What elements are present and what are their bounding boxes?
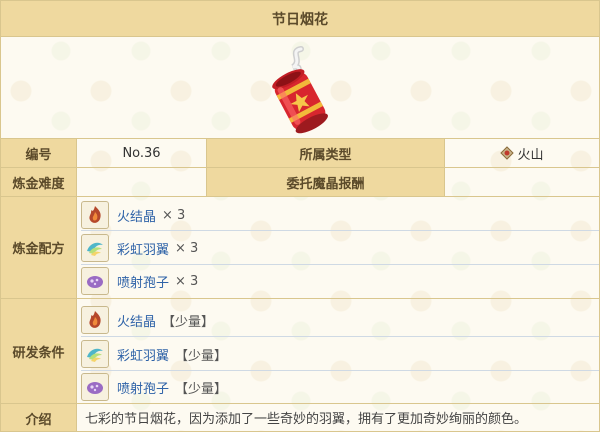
- row-research: 研发条件 火结晶 【少量】 彩虹羽翼 【少量】 喷射孢子 【少量】: [1, 298, 599, 403]
- label-research: 研发条件: [1, 299, 77, 403]
- item-image-area: [1, 37, 599, 137]
- divider: [81, 336, 599, 337]
- research-item[interactable]: 彩虹羽翼 【少量】: [81, 338, 227, 370]
- label-difficulty: 炼金难度: [1, 168, 77, 196]
- card-title: 节日烟花: [1, 1, 599, 37]
- volcano-icon: [500, 146, 515, 160]
- row-difficulty: 炼金难度 委托魔晶报酬: [1, 167, 599, 196]
- firework-icon: [272, 46, 328, 134]
- category-text: 火山: [517, 147, 544, 163]
- description-text: 七彩的节日烟花，因为添加了一些奇妙的羽翼，拥有了更加奇妙绚丽的颜色。: [85, 411, 528, 427]
- spore-icon: [81, 267, 109, 295]
- fire-crystal-icon: [81, 306, 109, 334]
- recipe-item-name[interactable]: 彩虹羽翼: [117, 239, 169, 258]
- fire-crystal-icon: [81, 201, 109, 229]
- label-recipe: 炼金配方: [1, 197, 77, 298]
- rainbow-wing-icon: [81, 234, 109, 262]
- research-item[interactable]: 喷射孢子 【少量】: [81, 371, 227, 403]
- recipe-item-name[interactable]: 喷射孢子: [117, 272, 169, 291]
- value-number: No.36: [77, 139, 207, 167]
- recipe-item[interactable]: 彩虹羽翼 × 3: [81, 232, 198, 264]
- value-reward: [445, 168, 599, 196]
- research-item[interactable]: 火结晶 【少量】: [81, 304, 214, 336]
- label-intro: 介绍: [1, 404, 77, 431]
- row-number: 编号 No.36 所属类型 火山: [1, 138, 599, 167]
- research-item-name[interactable]: 喷射孢子: [117, 378, 169, 397]
- label-category: 所属类型: [207, 139, 445, 167]
- research-item-qty: 【少量】: [175, 381, 228, 397]
- research-item-qty: 【少量】: [162, 314, 215, 330]
- recipe-item-qty: × 3: [175, 240, 199, 256]
- rainbow-wing-icon: [81, 340, 109, 368]
- label-reward: 委托魔晶报酬: [207, 168, 445, 196]
- label-number: 编号: [1, 139, 77, 167]
- row-intro: 介绍 七彩的节日烟花，因为添加了一些奇妙的羽翼，拥有了更加奇妙绚丽的颜色。: [1, 403, 599, 431]
- value-category: 火山: [445, 139, 599, 167]
- divider: [81, 230, 599, 231]
- spore-icon: [81, 373, 109, 401]
- item-card: 节日烟花 编号 No.36 所属类型 火山 炼金难度 委托魔晶报酬 炼金配方 火…: [0, 0, 600, 432]
- recipe-item[interactable]: 喷射孢子 × 3: [81, 265, 198, 297]
- research-item-name[interactable]: 彩虹羽翼: [117, 345, 169, 364]
- row-recipe: 炼金配方 火结晶 × 3 彩虹羽翼 × 3 喷射孢子 × 3: [1, 196, 599, 298]
- recipe-item-qty: × 3: [162, 207, 186, 223]
- value-difficulty: [77, 168, 207, 196]
- research-item-qty: 【少量】: [175, 348, 228, 364]
- recipe-item[interactable]: 火结晶 × 3: [81, 199, 185, 231]
- recipe-item-qty: × 3: [175, 273, 199, 289]
- recipe-item-name[interactable]: 火结晶: [117, 206, 156, 225]
- research-item-name[interactable]: 火结晶: [117, 311, 156, 330]
